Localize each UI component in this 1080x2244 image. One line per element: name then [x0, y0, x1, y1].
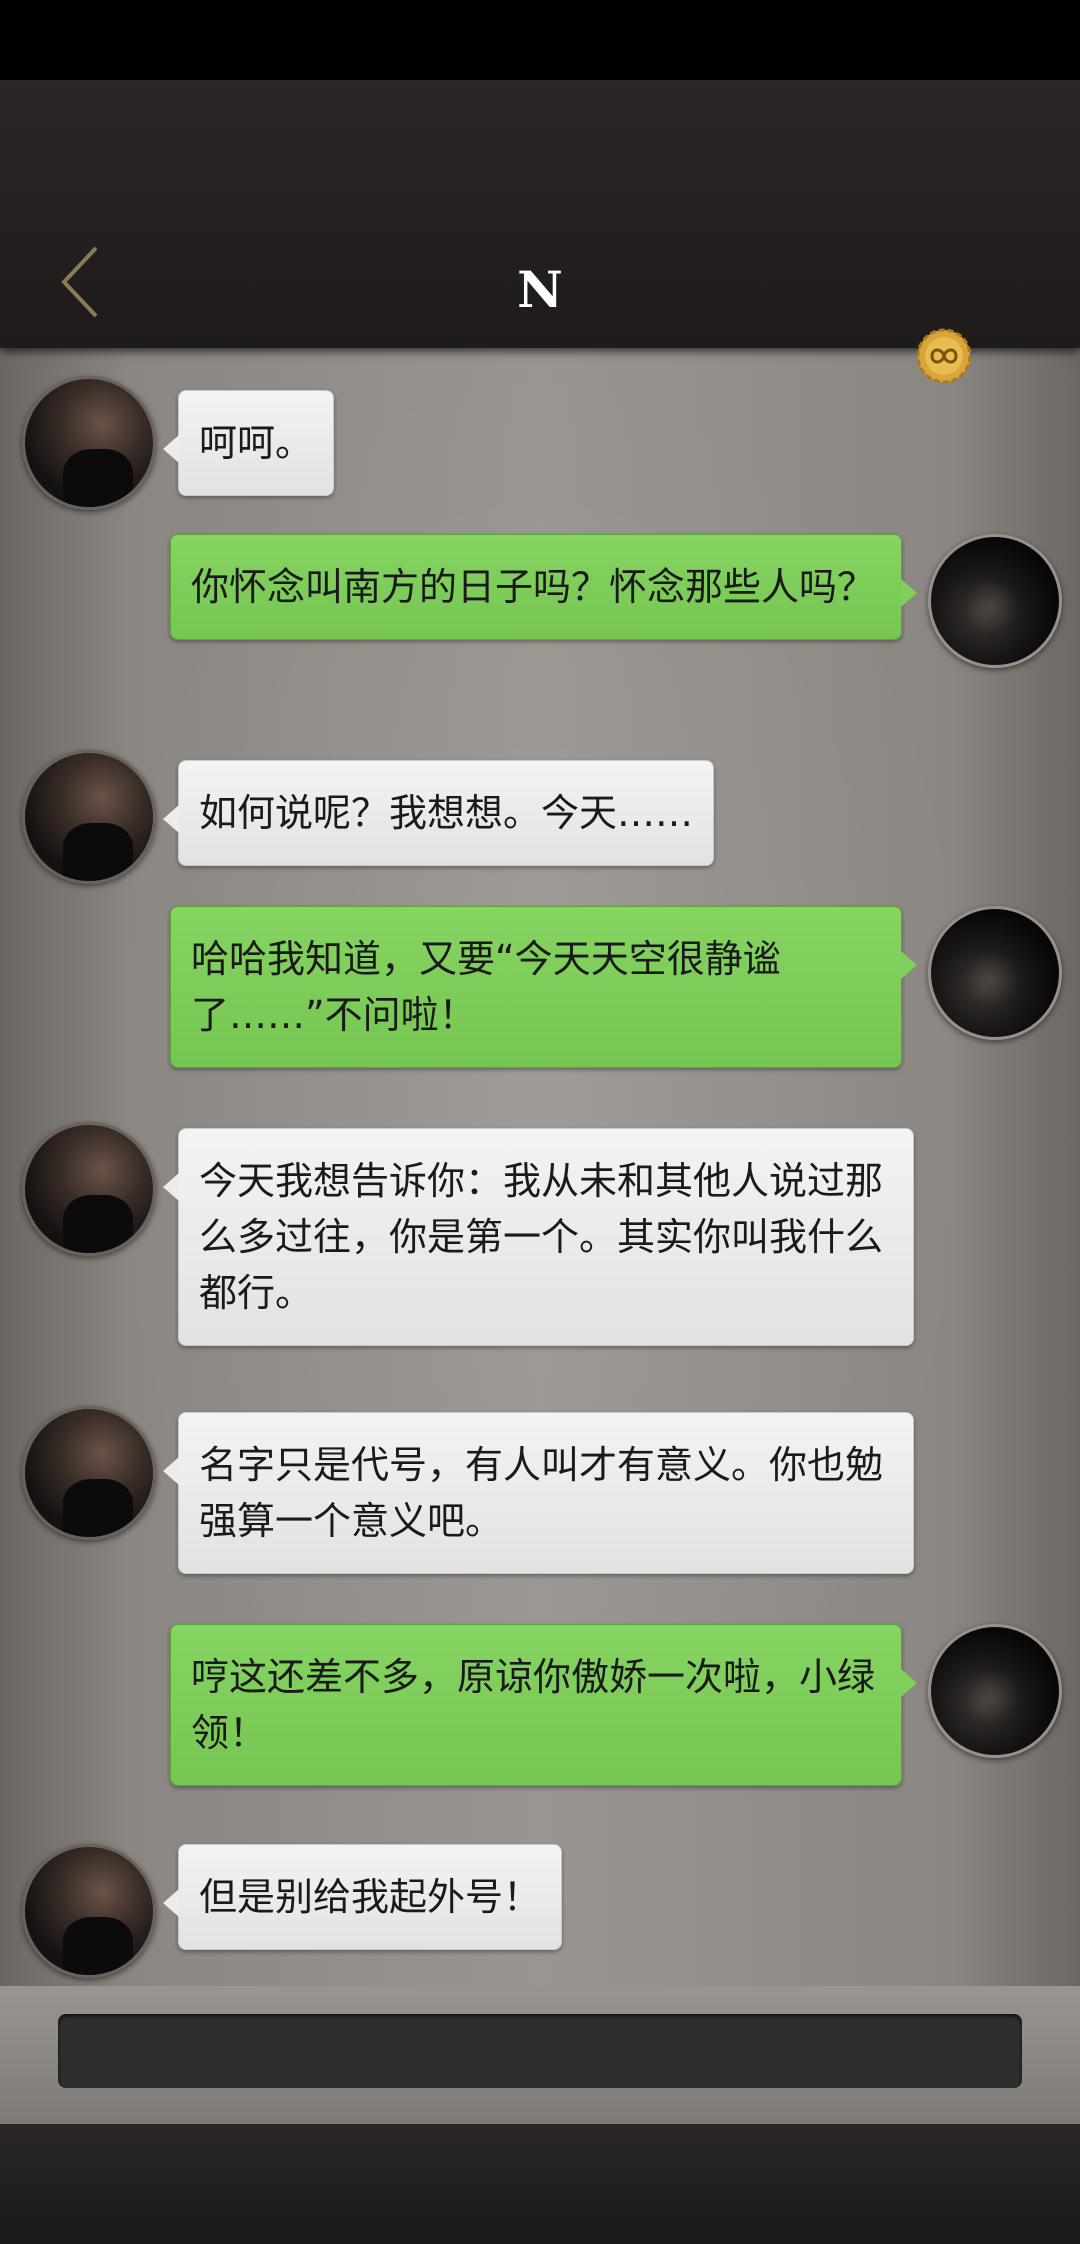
contact-avatar[interactable]: [22, 376, 156, 510]
contact-avatar[interactable]: [22, 1406, 156, 1540]
chat-area[interactable]: 呵呵。 你怀念叫南方的日子吗？怀念那些人吗？ 如何说呢？我想想。今天…… 哈哈我…: [0, 348, 1080, 1986]
message-bubble: 今天我想告诉你：我从未和其他人说过那么多过往，你是第一个。其实你叫我什么都行。: [163, 1128, 914, 1346]
message-bubble: 你怀念叫南方的日子吗？怀念那些人吗？: [170, 534, 917, 640]
message-bubble: 呵呵。: [162, 390, 335, 496]
contact-avatar[interactable]: [22, 750, 156, 884]
bottom-bar: [0, 2124, 1080, 2244]
infinity-badge-button[interactable]: [914, 326, 974, 386]
page-title: N: [517, 260, 563, 319]
input-bar: [0, 1986, 1080, 2124]
message-bubble: 但是别给我起外号！: [162, 1844, 563, 1950]
user-avatar[interactable]: [928, 534, 1062, 668]
user-avatar[interactable]: [928, 1624, 1062, 1758]
message-bubble: 哈哈我知道，又要“今天天空很静谧了……”不问啦！: [170, 906, 917, 1068]
message-bubble: 名字只是代号，有人叫才有意义。你也勉强算一个意义吧。: [163, 1412, 914, 1574]
contact-avatar[interactable]: [22, 1844, 156, 1978]
status-bar: [0, 0, 1080, 80]
user-avatar[interactable]: [928, 906, 1062, 1040]
message-input[interactable]: [58, 2014, 1022, 2088]
contact-avatar[interactable]: [22, 1122, 156, 1256]
message-bubble: 哼这还差不多，原谅你傲娇一次啦，小绿领！: [170, 1624, 917, 1786]
message-bubble: 如何说呢？我想想。今天……: [162, 760, 715, 866]
chat-header: N: [0, 80, 1080, 384]
infinity-seal-icon: [916, 328, 972, 384]
